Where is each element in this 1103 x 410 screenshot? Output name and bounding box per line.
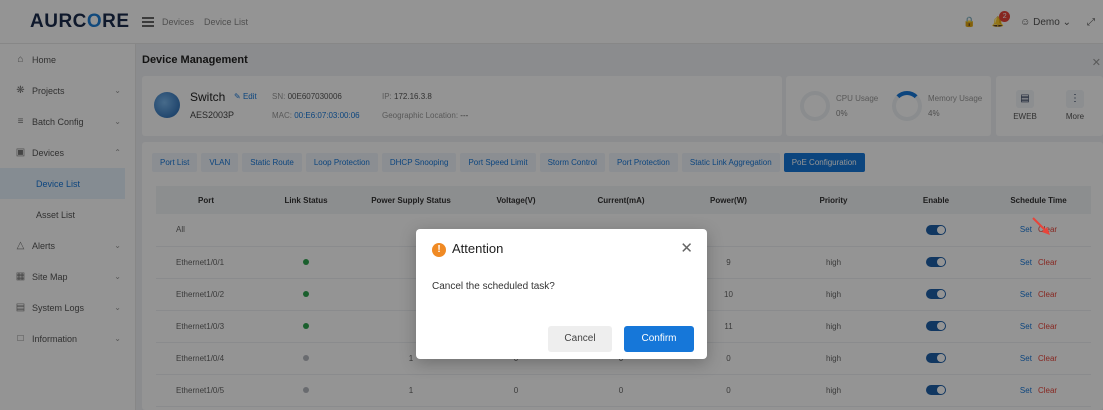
dialog-title: Attention	[452, 241, 504, 256]
attention-dialog: ! Attention ✕ Cancel the scheduled task?…	[416, 229, 707, 359]
red-arrow-annotation	[1032, 217, 1050, 235]
confirm-button[interactable]: Confirm	[624, 326, 694, 352]
dialog-message: Cancel the scheduled task?	[432, 281, 555, 292]
cancel-button[interactable]: Cancel	[548, 326, 612, 352]
warning-icon: !	[432, 243, 446, 257]
dialog-close-icon[interactable]: ✕	[680, 239, 693, 257]
